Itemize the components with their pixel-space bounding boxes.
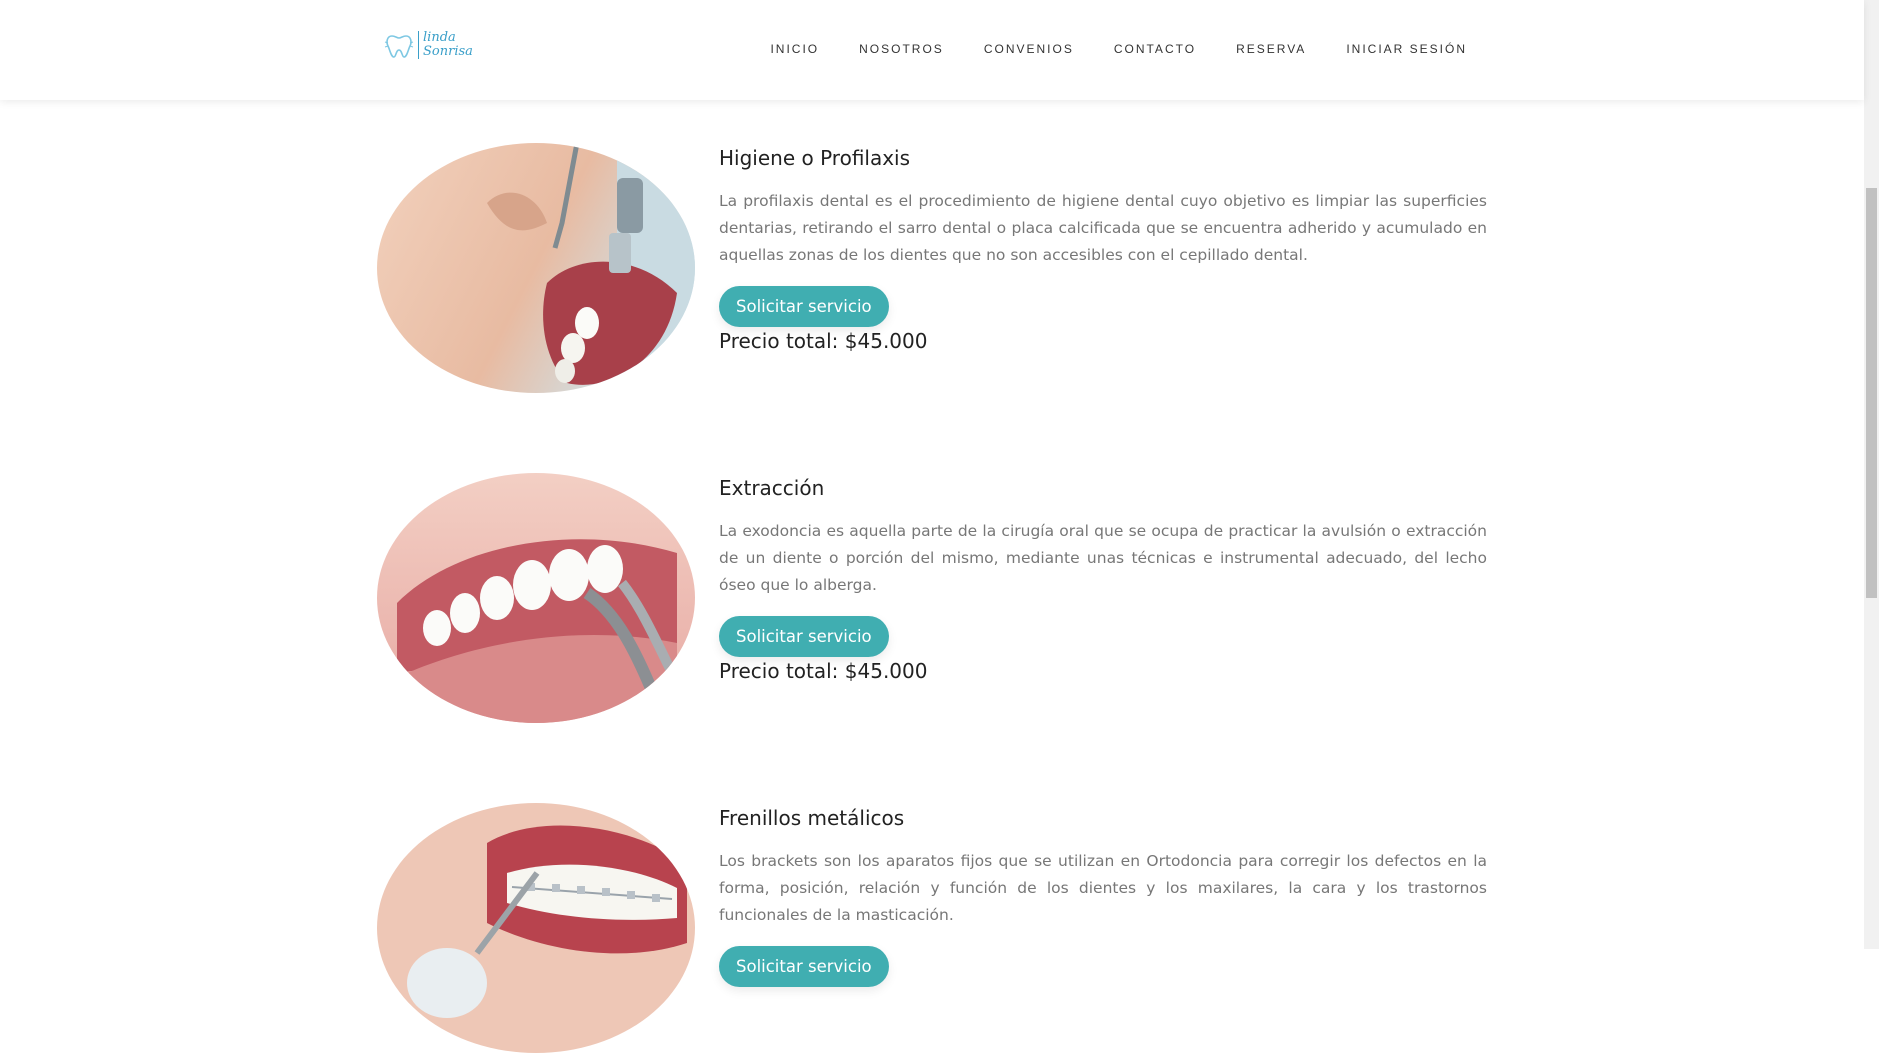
solicitar-servicio-button[interactable]: Solicitar servicio — [719, 946, 889, 987]
nav-nosotros[interactable]: NOSOTROS — [859, 42, 944, 56]
logo-line-2: Sonrisa — [423, 44, 473, 59]
solicitar-servicio-button[interactable]: Solicitar servicio — [719, 616, 889, 657]
nav-contacto[interactable]: CONTACTO — [1114, 42, 1196, 56]
service-photo-frenillos — [377, 803, 695, 1053]
tooth-logo-icon — [384, 35, 414, 58]
logo-wordmark: linda Sonrisa — [418, 31, 473, 59]
site-logo[interactable]: linda Sonrisa — [384, 30, 473, 60]
service-title: Extracción — [719, 476, 825, 500]
logo-line-1: linda — [423, 30, 456, 45]
main-nav: INICIO NOSOTROS CONVENIOS CONTACTO RESER… — [770, 42, 1467, 56]
scrollbar-thumb[interactable] — [1866, 188, 1877, 598]
nav-iniciar-sesion[interactable]: INICIAR SESIÓN — [1346, 42, 1467, 56]
service-description: Los brackets son los aparatos fijos que … — [719, 852, 1487, 924]
nav-reserva[interactable]: RESERVA — [1236, 42, 1306, 56]
service-price: Precio total: $45.000 — [719, 329, 928, 353]
service-photo-profilaxis — [377, 143, 695, 393]
service-price: Precio total: $45.000 — [719, 659, 928, 683]
solicitar-servicio-button[interactable]: Solicitar servicio — [719, 286, 889, 327]
service-photo-extraccion — [377, 473, 695, 723]
nav-convenios[interactable]: CONVENIOS — [984, 42, 1074, 56]
service-description: La exodoncia es aquella parte de la ciru… — [719, 522, 1487, 594]
nav-inicio[interactable]: INICIO — [770, 42, 819, 56]
service-title: Higiene o Profilaxis — [719, 146, 911, 170]
service-description: La profilaxis dental es el procedimiento… — [719, 192, 1487, 264]
service-title: Frenillos metálicos — [719, 806, 905, 830]
site-header: linda Sonrisa INICIO NOSOTROS CONVENIOS … — [0, 0, 1864, 100]
scrollbar[interactable] — [1864, 0, 1879, 949]
